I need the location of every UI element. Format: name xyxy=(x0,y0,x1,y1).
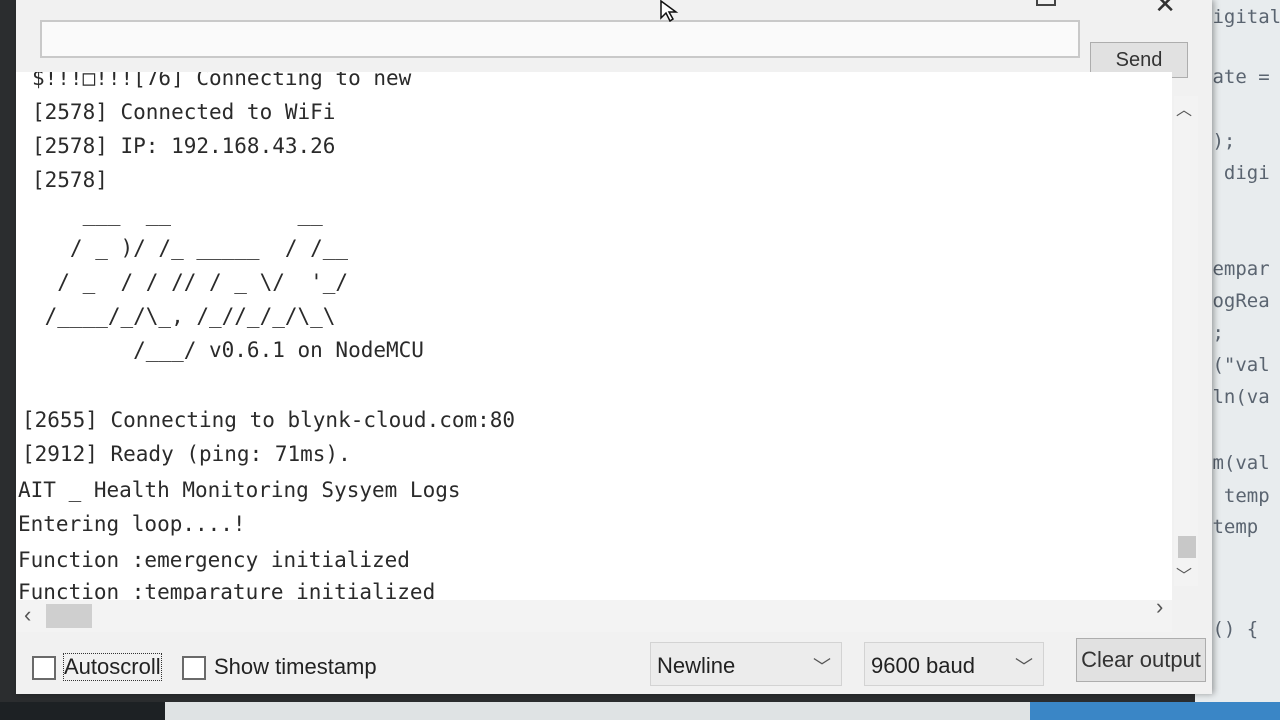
serial-output-line: /____/_/\_, /_//_/_/\_\ xyxy=(32,304,336,328)
editor-code-line: digital xyxy=(1201,6,1280,28)
serial-output-line: ___ __ __ xyxy=(32,202,323,226)
serial-output-line: / _ )/ /_ _____ / /__ xyxy=(32,236,349,260)
serial-monitor-window: ✕ Send $!!!□!!![76] Connecting to new [25… xyxy=(16,0,1212,694)
serial-output-line: Function :emergency initialized xyxy=(18,548,410,572)
line-ending-value: Newline xyxy=(657,653,736,678)
show-timestamp-label[interactable]: Show timestamp xyxy=(214,654,377,680)
taskbar-app-area xyxy=(165,702,1035,720)
serial-options-bar: Autoscroll Show timestamp Newline ﹀ 9600… xyxy=(16,634,1212,694)
line-ending-select[interactable]: Newline ﹀ xyxy=(650,642,842,686)
vertical-scroll-thumb[interactable] xyxy=(1178,536,1196,558)
close-icon[interactable]: ✕ xyxy=(1154,0,1176,17)
maximize-icon[interactable] xyxy=(1036,0,1056,6)
taskbar-active-area xyxy=(1030,702,1280,720)
serial-output-line: AIT _ Health Monitoring Sysyem Logs xyxy=(18,478,461,502)
serial-output-line: / _ / / // / _ \/ '_/ xyxy=(32,270,349,294)
serial-output-line: /___/ v0.6.1 on NodeMCU xyxy=(32,338,424,362)
serial-output-line: Function :temparature initialized xyxy=(18,580,436,600)
serial-output-area: $!!!□!!![76] Connecting to new [2578] Con… xyxy=(16,72,1172,600)
baud-rate-select[interactable]: 9600 baud ﹀ xyxy=(864,642,1044,686)
serial-output-line: [2912] Ready (ping: 71ms). xyxy=(22,442,351,466)
vertical-scrollbar[interactable]: ︿ ﹀ xyxy=(1174,96,1198,586)
serial-output-line: $!!!□!!![76] Connecting to new xyxy=(32,72,412,90)
horizontal-scrollbar[interactable]: ‹ › xyxy=(16,594,1172,632)
taskbar xyxy=(0,702,1280,720)
chevron-down-icon: ﹀ xyxy=(1015,657,1033,677)
serial-output-line: [2578] xyxy=(32,168,108,192)
serial-output-line: [2578] IP: 192.168.43.26 xyxy=(32,134,336,158)
serial-output-line: [2578] Connected to WiFi xyxy=(32,100,336,124)
serial-input-field[interactable] xyxy=(40,20,1080,58)
autoscroll-checkbox[interactable] xyxy=(32,656,56,680)
scroll-left-icon[interactable]: ‹ xyxy=(24,602,31,628)
baud-rate-value: 9600 baud xyxy=(871,653,975,678)
mouse-cursor-icon xyxy=(660,0,679,22)
serial-output-line: [2655] Connecting to blynk-cloud.com:80 xyxy=(22,408,516,432)
autoscroll-label[interactable]: Autoscroll xyxy=(63,653,162,681)
scroll-down-icon[interactable]: ﹀ xyxy=(1176,562,1192,586)
serial-output-line: Entering loop....! xyxy=(18,512,246,536)
chevron-down-icon: ﹀ xyxy=(813,657,831,677)
horizontal-scroll-thumb[interactable] xyxy=(46,604,92,628)
clear-output-button[interactable]: Clear output xyxy=(1076,638,1206,682)
scroll-right-icon[interactable]: › xyxy=(1156,594,1163,620)
scroll-up-icon[interactable]: ︿ xyxy=(1176,96,1192,120)
show-timestamp-checkbox[interactable] xyxy=(182,656,206,680)
